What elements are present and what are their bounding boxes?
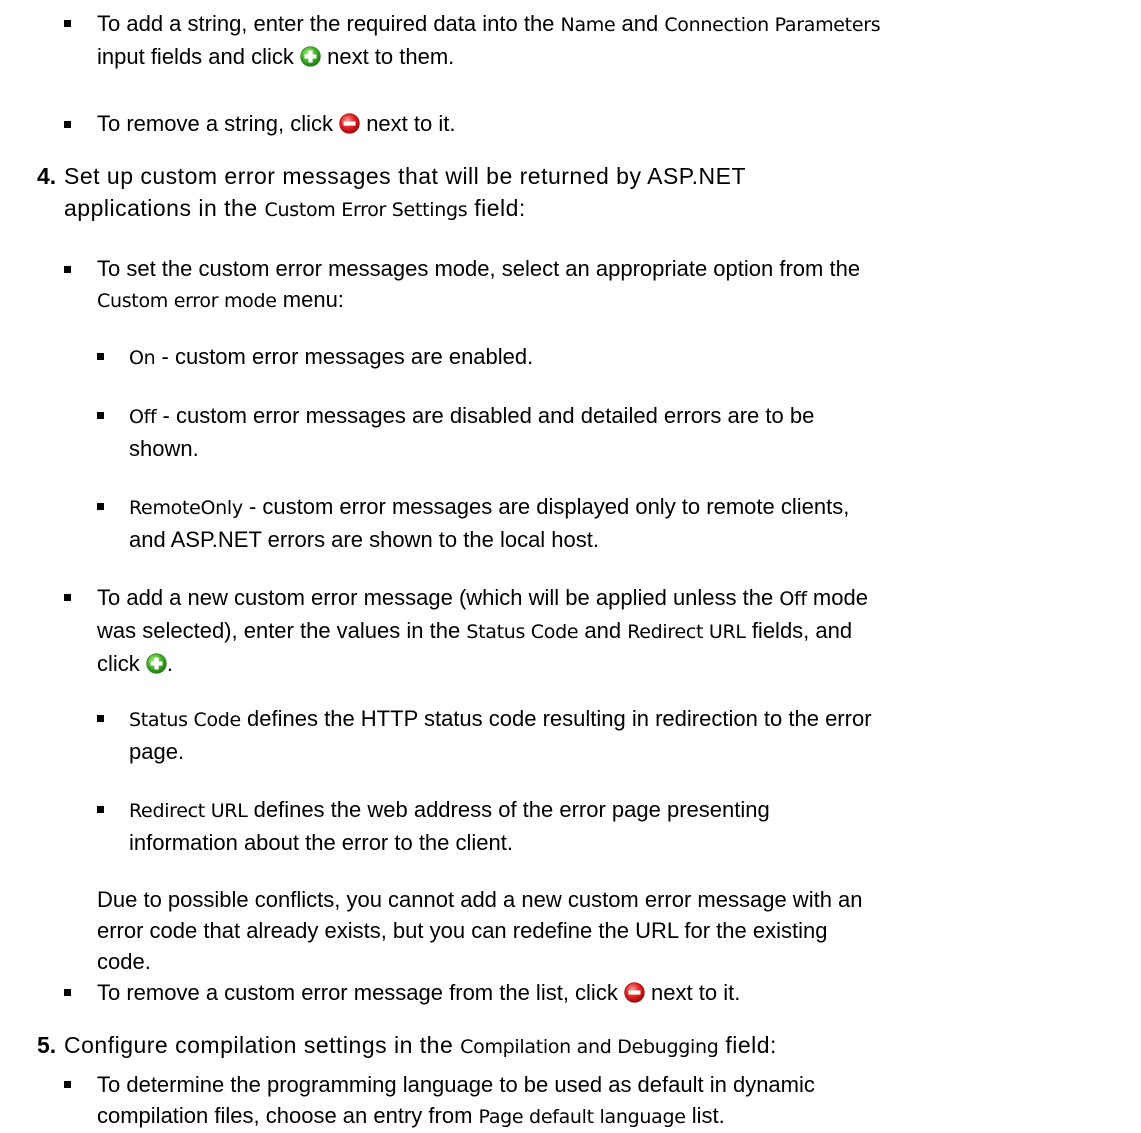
ui-label-name: Name (560, 14, 616, 36)
conflict-note: Due to possible conflicts, you cannot ad… (97, 887, 863, 974)
bullet (64, 594, 71, 601)
plus-icon (146, 653, 167, 674)
minus-icon (624, 982, 645, 1003)
sub-bullet (97, 715, 104, 722)
ui-label-custom-error-settings: Custom Error Settings (264, 199, 468, 221)
bullet (64, 1081, 71, 1088)
add-error-message-instruction: To add a new custom error message (which… (97, 585, 868, 676)
plus-icon (300, 46, 321, 67)
ui-label-page-default-language: Page default language (478, 1106, 686, 1128)
bullet (64, 20, 71, 27)
add-string-instruction: To add a string, enter the required data… (97, 11, 881, 69)
mode-instruction: To set the custom error messages mode, s… (97, 256, 861, 312)
bullet (64, 989, 71, 996)
option-on: On - custom error messages are enabled. (129, 344, 534, 369)
sub-bullet (97, 353, 104, 360)
bullet (64, 121, 71, 128)
sub-bullet (97, 503, 104, 510)
field-status-code: Status Code defines the HTTP status code… (129, 706, 872, 764)
remove-string-instruction: To remove a string, click next to it. (97, 111, 456, 136)
step-4-text: Set up custom error messages that will b… (64, 163, 747, 221)
document-page: To add a string, enter the required data… (0, 0, 1141, 1128)
ui-label-connection-parameters: Connection Parameters (664, 14, 881, 36)
ui-label-compilation-and-debugging: Compilation and Debugging (460, 1036, 719, 1058)
step-number-4: 4. (37, 163, 57, 189)
step-5-text: Configure compilation settings in the Co… (64, 1032, 777, 1058)
sub-bullet (97, 412, 104, 419)
minus-icon (339, 113, 360, 134)
option-off: Off - custom error messages are disabled… (129, 403, 815, 461)
sub-bullet (97, 806, 104, 813)
ui-label-custom-error-mode: Custom error mode (97, 290, 277, 312)
field-redirect-url: Redirect URL defines the web address of … (129, 797, 770, 855)
language-instruction: To determine the programming language to… (97, 1072, 815, 1128)
remove-error-message-instruction: To remove a custom error message from th… (97, 980, 741, 1005)
bullet (64, 266, 71, 273)
step-number-5: 5. (37, 1032, 57, 1058)
option-remoteonly: RemoteOnly - custom error messages are d… (129, 494, 850, 552)
